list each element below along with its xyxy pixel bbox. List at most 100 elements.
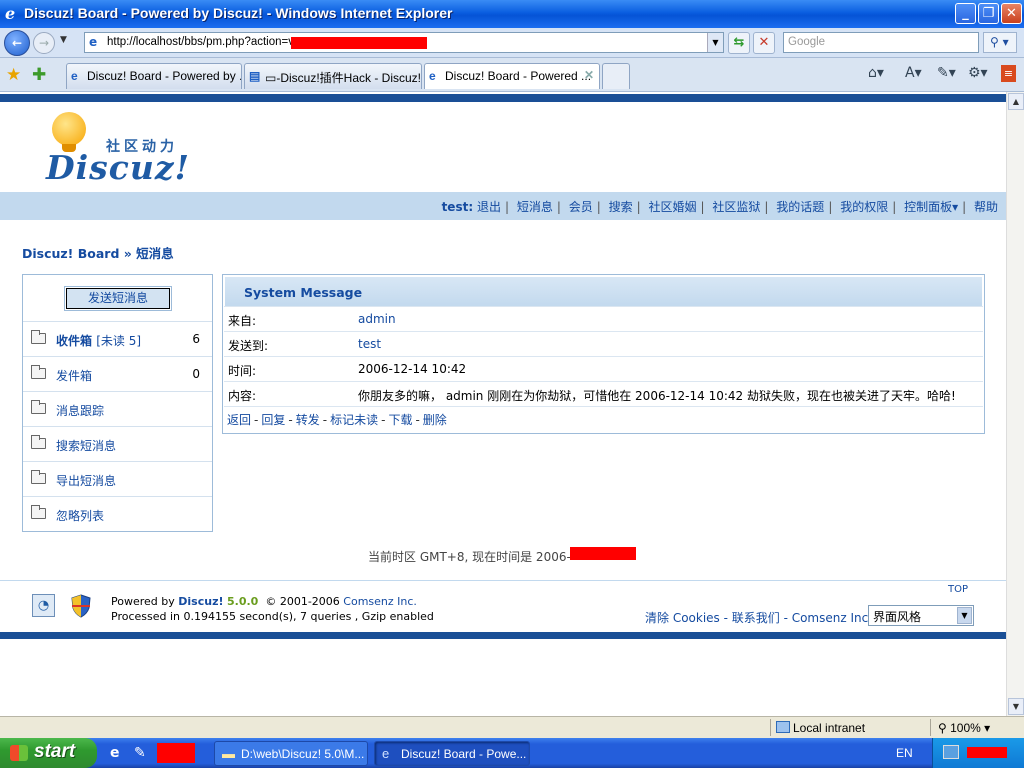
history-dropdown-icon[interactable]: ▼ [60,35,67,45]
sidebar-item-ignore-list[interactable]: 忽略列表 [23,496,212,531]
pm-sidebar: 发送短消息 收件箱 [未读 5] 6 发件箱 0 消息跟踪 搜索短消息 导出短消… [22,274,213,532]
user-menu: test: 退出 | 短消息 | 会员 | 搜索 | 社区婚姻 | 社区监狱 | 我的话题 |… [441,200,998,214]
to-user-link[interactable]: test [358,337,381,351]
style-select[interactable]: 界面风格 ▼ [868,605,974,626]
page-icon: e [89,35,98,49]
page-viewport: 社区动力 Discuz! test: 退出 | 短消息 | 会员 | 搜索 | 社区婚姻… [0,92,1006,716]
sidebar-item-search[interactable]: 搜索短消息 [23,426,212,461]
network-icon[interactable] [943,745,959,759]
tools-gear-icon[interactable]: ⚙▾ [968,65,988,81]
search-placeholder: Google [788,36,826,48]
action-mark-unread[interactable]: 标记未读 [330,413,378,427]
task-label: Discuz! Board - Powe... [401,747,527,761]
back-to-top-link[interactable]: TOP [948,584,968,595]
stop-button[interactable]: ✕ [753,32,775,54]
rss-icon[interactable]: ◔ [32,594,55,617]
time-label: 时间: [228,364,257,378]
sidebar-item-export[interactable]: 导出短消息 [23,461,212,496]
menu-messages[interactable]: 短消息 [517,200,553,214]
window-title: Discuz! Board - Powered by Discuz! - Win… [24,5,453,21]
quicklaunch-icon[interactable]: ✎ [134,745,146,761]
minimize-button[interactable]: _ [955,3,976,24]
forward-button[interactable]: → [33,32,55,54]
action-forward[interactable]: 转发 [296,413,320,427]
menu-my-permissions[interactable]: 我的权限 [840,200,888,214]
tab-discuz-hack[interactable]: ▤ ▭-Discuz!插件Hack - Discuz! ... [244,63,422,89]
action-back[interactable]: 返回 [227,413,251,427]
system-tray [932,738,1024,768]
ie-icon: e [382,746,390,761]
menu-my-topics[interactable]: 我的话题 [776,200,824,214]
ie-quicklaunch-icon[interactable]: e [110,745,120,761]
menu-help[interactable]: 帮助 [974,200,998,214]
powered-prefix: Powered by [111,595,175,608]
security-zone[interactable]: Local intranet [776,721,865,735]
discuz-link[interactable]: Discuz! [178,595,223,608]
address-dropdown-icon[interactable]: ▼ [707,33,723,52]
menu-search[interactable]: 搜索 [609,200,633,214]
address-bar[interactable]: e http://localhost/bbs/pm.php?action=v ▼ [84,32,724,53]
restore-button[interactable]: ❐ [978,3,999,24]
tab-close-icon[interactable]: ✕ [584,68,594,82]
home-icon[interactable]: ⌂▾ [868,65,884,81]
vertical-scrollbar[interactable]: ▲ ▼ [1006,92,1024,716]
from-user-link[interactable]: admin [358,312,396,326]
taskbar-item-explorer[interactable]: ▬ D:\web\Discuz! 5.0\M... [214,741,368,766]
to-label: 发送到: [228,339,269,353]
search-input[interactable]: Google [783,32,979,53]
breadcrumb[interactable]: Discuz! Board » 短消息 [22,243,174,262]
search-pm-label: 搜索短消息 [56,439,117,453]
action-delete[interactable]: 删除 [423,413,447,427]
sidebar-item-inbox[interactable]: 收件箱 [未读 5] 6 [23,321,212,356]
menu-logout[interactable]: 退出 [477,200,501,214]
back-button[interactable]: ← [4,30,30,56]
language-indicator[interactable]: EN [896,746,913,760]
message-header: System Message [225,277,982,307]
menu-members[interactable]: 会员 [569,200,593,214]
send-message-button[interactable]: 发送短消息 [64,286,172,311]
header-top-bar [0,94,1006,102]
redacted-time [570,547,636,560]
export-label: 导出短消息 [56,474,117,488]
scroll-down-icon[interactable]: ▼ [1008,698,1024,715]
scroll-up-icon[interactable]: ▲ [1008,93,1024,110]
menu-prison[interactable]: 社区监狱 [712,200,760,214]
task-label: D:\web\Discuz! 5.0\M... [241,747,365,761]
tab-discuz-board-active[interactable]: e Discuz! Board - Powered ... ✕ [424,63,600,89]
action-reply[interactable]: 回复 [261,413,285,427]
discuz-logo[interactable]: 社区动力 Discuz! [46,112,196,187]
start-button[interactable]: start [0,738,97,768]
outbox-label: 发件箱 [56,369,93,383]
message-to-row: 发送到: test [224,331,983,356]
company-link[interactable]: Comsenz Inc. [343,595,417,608]
sidebar-item-outbox[interactable]: 发件箱 0 [23,356,212,391]
window-title-bar: e Discuz! Board - Powered by Discuz! - W… [0,0,1024,28]
processed-info: Processed in 0.194155 second(s), 7 queri… [111,610,434,623]
search-button[interactable]: ⚲ ▾ [983,32,1017,53]
tab-discuz-board-1[interactable]: e Discuz! Board - Powered by ... [66,63,242,89]
refresh-button[interactable]: ⇆ [728,32,750,54]
taskbar-item-ie[interactable]: e Discuz! Board - Powe... [374,741,530,766]
new-tab-button[interactable] [602,63,630,89]
research-icon[interactable]: ≡ [1001,65,1016,82]
close-window-button[interactable]: ✕ [1001,3,1022,24]
favorites-star-icon[interactable]: ★ [6,65,21,85]
menu-control-panel[interactable]: 控制面板▾ [904,200,958,214]
footer-links[interactable]: 清除 Cookies - 联系我们 - Comsenz Inc. [645,609,872,626]
document-icon: ▤ [249,69,261,83]
feeds-icon[interactable]: A▾ [905,65,922,81]
ie-logo-icon: e [4,4,21,23]
address-url[interactable]: http://localhost/bbs/pm.php?action=v [107,36,294,48]
message-content-row: 内容: 你朋友多的嘛， admin 刚刚在为你劫狱，可惜他在 2006-12-1… [224,381,983,406]
folder-icon [31,400,46,414]
folder-icon [31,435,46,449]
from-label: 来自: [228,314,257,328]
add-favorite-icon[interactable]: ✚ [32,65,46,85]
message-time-row: 时间: 2006-12-14 10:42 [224,356,983,381]
print-icon[interactable]: ✎▾ [937,65,956,81]
message-time: 2006-12-14 10:42 [358,362,467,376]
zoom-control[interactable]: ⚲ 100% ▾ [938,721,990,735]
menu-marriage[interactable]: 社区婚姻 [649,200,697,214]
action-download[interactable]: 下载 [388,413,412,427]
sidebar-item-tracking[interactable]: 消息跟踪 [23,391,212,426]
